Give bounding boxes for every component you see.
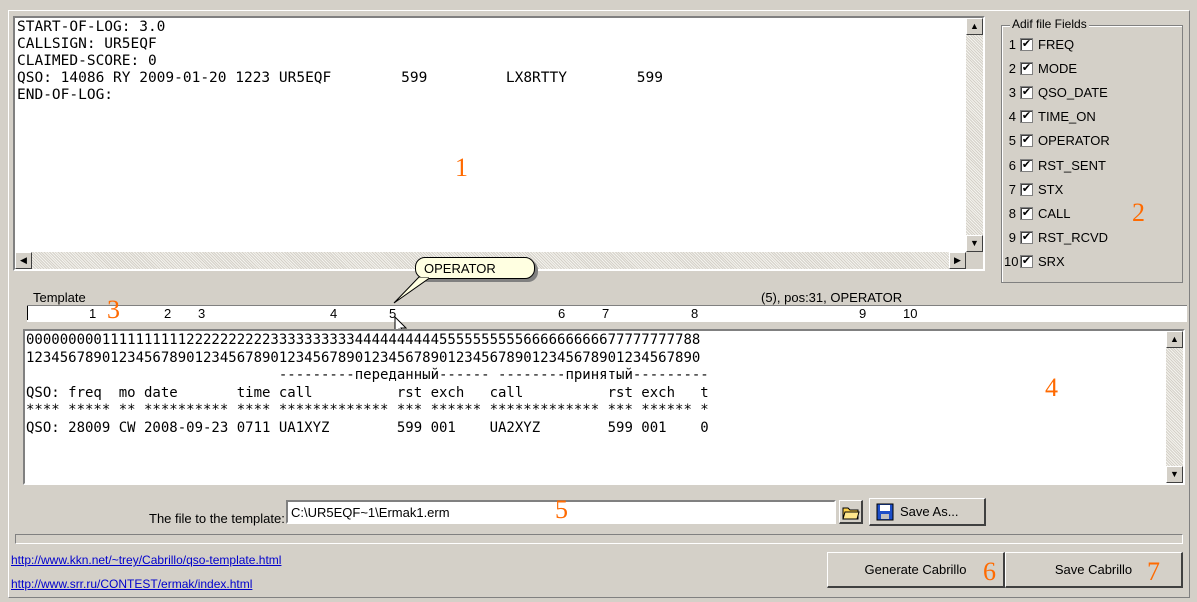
marker-6: 6 bbox=[983, 557, 996, 586]
field-number: 8 bbox=[1008, 205, 1016, 221]
ruler-7: 7 bbox=[602, 306, 610, 321]
adif-field-row[interactable]: 1 ✔ FREQ bbox=[1004, 32, 1074, 56]
adif-field-row[interactable]: 4 ✔ TIME_ON bbox=[1004, 105, 1096, 129]
generate-cabrillo-button[interactable]: Generate Cabrillo bbox=[827, 552, 1005, 588]
template-status: (5), pos:31, OPERATOR bbox=[761, 290, 903, 305]
folder-open-icon bbox=[841, 507, 860, 519]
adif-field-row[interactable]: 3 ✔ QSO_DATE bbox=[1004, 80, 1108, 104]
generate-cabrillo-label: Generate Cabrillo bbox=[864, 562, 967, 577]
field-number: 1 bbox=[1008, 36, 1016, 52]
marker-5: 5 bbox=[555, 495, 568, 524]
adif-field-row[interactable]: 9 ✔ RST_RCVD bbox=[1004, 226, 1108, 250]
adif-field-row[interactable]: 5 ✔ OPERATOR bbox=[1004, 129, 1110, 153]
field-number: 10 bbox=[1004, 254, 1019, 270]
file-path-value: C:\UR5EQF~1\Ermak1.erm bbox=[291, 505, 450, 520]
marker-1: 1 bbox=[455, 153, 468, 182]
tooltip-text: OPERATOR bbox=[424, 261, 496, 276]
log-vscrollbar[interactable]: ▲ ▼ bbox=[966, 18, 983, 252]
field-number: 9 bbox=[1008, 230, 1016, 246]
main-window: START-OF-LOG: 3.0 CALLSIGN: UR5EQF CLAIM… bbox=[8, 10, 1190, 598]
checkbox-icon[interactable]: ✔ bbox=[1020, 182, 1033, 196]
field-number: 5 bbox=[1008, 133, 1016, 149]
field-name: SRX bbox=[1038, 254, 1065, 270]
adif-field-row[interactable]: 8 ✔ CALL bbox=[1004, 201, 1071, 225]
checkbox-icon[interactable]: ✔ bbox=[1020, 158, 1033, 172]
scroll-right-icon[interactable]: ▶ bbox=[949, 252, 966, 269]
scroll-down-icon[interactable]: ▼ bbox=[1166, 466, 1183, 483]
checkbox-icon[interactable]: ✔ bbox=[1020, 231, 1033, 245]
floppy-disk-icon bbox=[876, 503, 894, 520]
adif-field-row[interactable]: 2 ✔ MODE bbox=[1004, 56, 1077, 80]
template-memo[interactable]: 0000000001111111111222222222233333333334… bbox=[23, 329, 1185, 485]
template-text: 0000000001111111111222222222233333333334… bbox=[26, 332, 709, 436]
adif-field-row[interactable]: 7 ✔ STX bbox=[1004, 177, 1064, 201]
progress-bar bbox=[15, 534, 1183, 544]
checkbox-icon[interactable]: ✔ bbox=[1020, 37, 1033, 51]
adif-group-title: Adif file Fields bbox=[1010, 17, 1089, 31]
link-ermak[interactable]: http://www.srr.ru/CONTEST/ermak/index.ht… bbox=[11, 577, 252, 591]
checkbox-icon[interactable]: ✔ bbox=[1020, 255, 1033, 269]
checkbox-icon[interactable]: ✔ bbox=[1020, 110, 1033, 124]
ruler-3: 3 bbox=[198, 306, 206, 321]
field-number: 4 bbox=[1008, 109, 1016, 125]
link-cabrillo-template[interactable]: http://www.kkn.net/~trey/Cabrillo/qso-te… bbox=[11, 553, 281, 567]
field-name: FREQ bbox=[1038, 36, 1075, 52]
field-name: TIME_ON bbox=[1038, 109, 1096, 125]
field-name: STX bbox=[1038, 181, 1064, 197]
checkbox-icon[interactable]: ✔ bbox=[1020, 85, 1033, 99]
field-number: 7 bbox=[1008, 181, 1016, 197]
ruler-8: 8 bbox=[691, 306, 699, 321]
field-name: MODE bbox=[1038, 60, 1077, 76]
marker-4: 4 bbox=[1045, 373, 1058, 402]
scroll-corner bbox=[966, 252, 983, 269]
open-file-button[interactable] bbox=[839, 500, 863, 524]
save-as-button[interactable]: Save As... bbox=[869, 498, 986, 526]
adif-field-row[interactable]: 10 ✔ SRX bbox=[1004, 250, 1065, 274]
checkbox-icon[interactable]: ✔ bbox=[1020, 134, 1033, 148]
marker-7: 7 bbox=[1147, 557, 1160, 586]
marker-3: 3 bbox=[107, 295, 120, 324]
save-as-label: Save As... bbox=[900, 504, 959, 519]
field-number: 2 bbox=[1008, 60, 1016, 76]
log-text: START-OF-LOG: 3.0 CALLSIGN: UR5EQF CLAIM… bbox=[17, 19, 664, 103]
ruler-9: 9 bbox=[859, 306, 867, 321]
scroll-down-icon[interactable]: ▼ bbox=[966, 235, 983, 252]
checkbox-icon[interactable]: ✔ bbox=[1020, 61, 1033, 75]
scroll-up-icon[interactable]: ▲ bbox=[1166, 331, 1183, 348]
adif-field-row[interactable]: 6 ✔ RST_SENT bbox=[1004, 153, 1106, 177]
field-number: 3 bbox=[1008, 84, 1016, 100]
field-name: QSO_DATE bbox=[1038, 84, 1108, 100]
operator-tooltip: OPERATOR bbox=[415, 257, 535, 279]
ruler-1: 1 bbox=[89, 306, 97, 321]
field-name: OPERATOR bbox=[1038, 133, 1110, 149]
checkbox-icon[interactable]: ✔ bbox=[1020, 206, 1033, 220]
scroll-up-icon[interactable]: ▲ bbox=[966, 18, 983, 35]
field-name: RST_SENT bbox=[1038, 157, 1106, 173]
ruler-10: 10 bbox=[903, 306, 918, 321]
log-memo[interactable]: START-OF-LOG: 3.0 CALLSIGN: UR5EQF CLAIM… bbox=[13, 16, 985, 271]
adif-fields-group: Adif file Fields 1 ✔ FREQ 2 ✔ MODE 3 ✔ QSO_DATE 4… bbox=[1001, 17, 1183, 283]
field-number: 6 bbox=[1008, 157, 1016, 173]
ruler-6: 6 bbox=[558, 306, 566, 321]
field-name: CALL bbox=[1038, 205, 1071, 221]
template-label: Template bbox=[33, 290, 86, 305]
ruler-4: 4 bbox=[330, 306, 338, 321]
tooltip-pointer bbox=[393, 277, 429, 304]
ruler-2: 2 bbox=[164, 306, 172, 321]
column-ruler: 1 2 3 4 5 6 7 8 9 10 bbox=[27, 305, 1187, 322]
field-name: RST_RCVD bbox=[1038, 230, 1109, 246]
file-label: The file to the template: bbox=[149, 511, 285, 526]
template-vscrollbar[interactable]: ▲ ▼ bbox=[1166, 331, 1183, 483]
save-cabrillo-label: Save Cabrillo bbox=[1054, 562, 1133, 577]
scroll-left-icon[interactable]: ◀ bbox=[15, 252, 32, 269]
marker-2: 2 bbox=[1132, 198, 1145, 227]
